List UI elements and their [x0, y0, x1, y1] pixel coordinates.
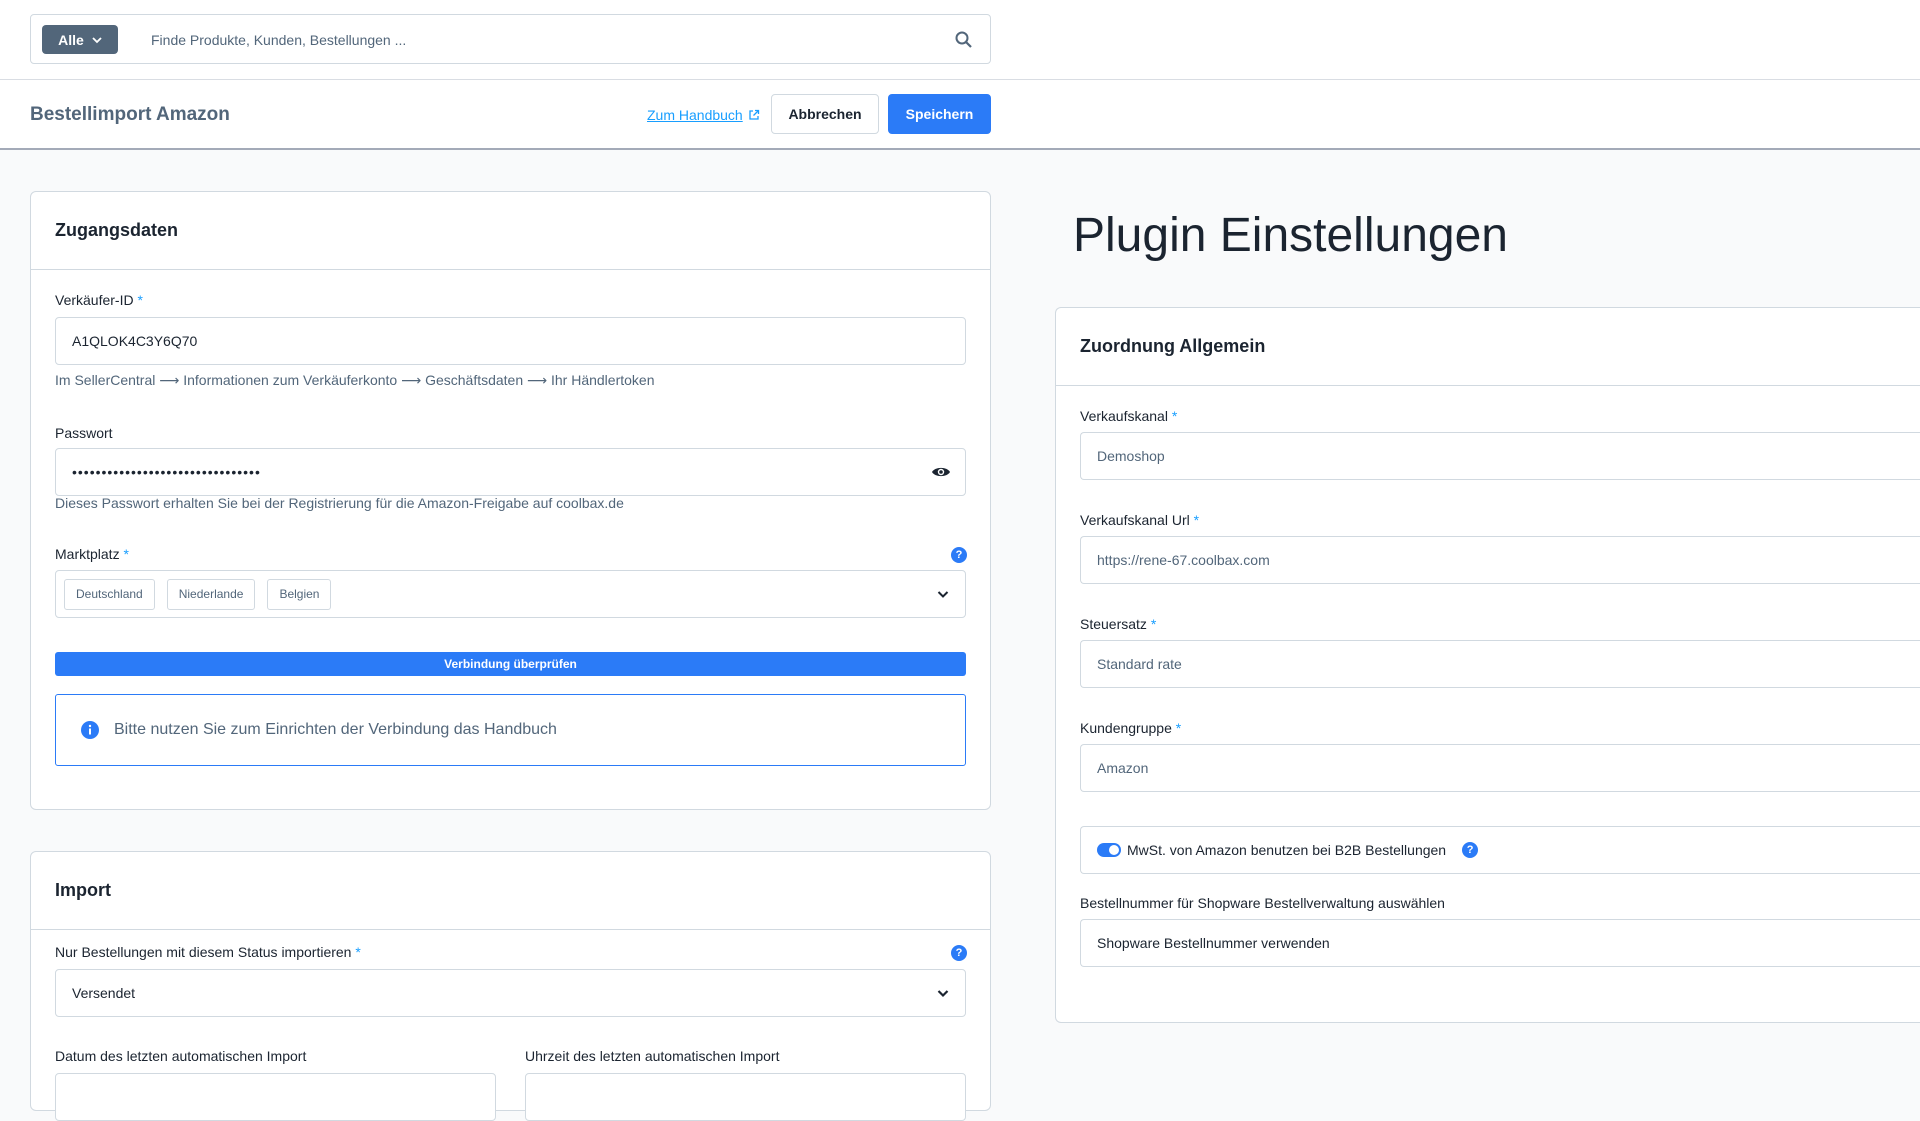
last-import-time-label: Uhrzeit des letzten automatischen Import: [525, 1048, 780, 1064]
manual-link-label: Zum Handbuch: [647, 107, 743, 123]
credentials-card-title: Zugangsdaten: [31, 192, 990, 270]
vat-toggle-row: MwSt. von Amazon benutzen bei B2B Bestel…: [1080, 826, 1920, 874]
search-scope-dropdown[interactable]: Alle: [42, 25, 118, 54]
import-status-select[interactable]: Versendet: [55, 969, 966, 1017]
credentials-card: Zugangsdaten Verkäufer-ID * A1QLOK4C3Y6Q…: [30, 191, 991, 810]
last-import-date-input[interactable]: [55, 1073, 496, 1121]
seller-id-input[interactable]: A1QLOK4C3Y6Q70: [55, 317, 966, 365]
password-input[interactable]: ••••••••••••••••••••••••••••••••: [55, 448, 966, 496]
general-mapping-card-title: Zuordnung Allgemein: [1056, 308, 1920, 386]
page-title: Bestellimport Amazon: [30, 104, 230, 125]
customer-group-label: Kundengruppe *: [1080, 720, 1182, 736]
vat-help-icon[interactable]: ?: [1462, 842, 1479, 858]
verify-connection-button[interactable]: Verbindung überprüfen: [55, 652, 966, 676]
channel-label: Verkaufskanal *: [1080, 408, 1178, 424]
password-label: Passwort: [55, 425, 113, 441]
info-alert-text: Bitte nutzen Sie zum Einrichten der Verb…: [114, 721, 557, 738]
top-bar: Alle: [0, 0, 1920, 80]
import-card: Import Nur Bestellungen mit diesem Statu…: [30, 851, 991, 1121]
search-scope-label: Alle: [58, 31, 84, 48]
marketplace-help-icon[interactable]: ?: [951, 547, 967, 563]
marketplace-chip-niederlande[interactable]: Niederlande: [166, 578, 256, 610]
global-search: Alle: [30, 14, 991, 64]
import-card-title: Import: [31, 852, 990, 930]
tax-label: Steuersatz *: [1080, 616, 1157, 632]
channel-url-input[interactable]: https://rene-67.coolbax.com: [1080, 536, 1920, 584]
last-import-time-input[interactable]: [525, 1073, 966, 1121]
tax-select[interactable]: Standard rate: [1080, 640, 1920, 688]
marketplace-multiselect[interactable]: Deutschland Niederlande Belgien: [55, 570, 966, 618]
manual-link[interactable]: Zum Handbuch: [647, 107, 760, 123]
channel-input[interactable]: Demoshop: [1080, 432, 1920, 480]
chevron-down-icon: [937, 990, 949, 998]
seller-id-hint: Im SellerCentral ⟶ Informationen zum Ver…: [55, 372, 655, 388]
marketplace-chip-deutschland[interactable]: Deutschland: [64, 578, 155, 610]
password-hint: Dieses Passwort erhalten Sie bei der Reg…: [55, 495, 624, 511]
import-status-label: Nur Bestellungen mit diesem Status impor…: [55, 944, 361, 960]
channel-url-label: Verkaufskanal Url *: [1080, 512, 1200, 528]
order-number-label: Bestellnummer für Shopware Bestellverwal…: [1080, 895, 1445, 911]
search-input[interactable]: [149, 25, 949, 55]
seller-id-label: Verkäufer-ID *: [55, 292, 143, 308]
marketplace-label: Marktplatz *: [55, 546, 129, 562]
plugin-settings-heading: Plugin Einstellungen: [1073, 209, 1508, 262]
info-icon: [81, 721, 99, 739]
customer-group-select[interactable]: Amazon: [1080, 744, 1920, 792]
cancel-button[interactable]: Abbrechen: [771, 94, 879, 134]
page-header: Bestellimport Amazon Zum Handbuch Abbrec…: [0, 80, 1920, 150]
last-import-date-label: Datum des letzten automatischen Import: [55, 1048, 307, 1064]
search-icon[interactable]: [954, 30, 974, 50]
marketplace-chip-belgien[interactable]: Belgien: [267, 578, 332, 610]
vat-toggle-switch[interactable]: [1097, 843, 1121, 857]
info-alert: Bitte nutzen Sie zum Einrichten der Verb…: [55, 694, 966, 766]
order-number-select[interactable]: Shopware Bestellnummer verwenden: [1080, 919, 1920, 967]
general-mapping-card: Zuordnung Allgemein Verkaufskanal * Demo…: [1055, 307, 1920, 1023]
chevron-down-icon: [92, 36, 102, 43]
chevron-down-icon[interactable]: [937, 590, 949, 599]
save-button[interactable]: Speichern: [888, 94, 991, 134]
eye-icon[interactable]: [931, 464, 951, 480]
external-link-icon: [749, 109, 759, 120]
import-status-help-icon[interactable]: ?: [951, 945, 967, 961]
vat-toggle-label: MwSt. von Amazon benutzen bei B2B Bestel…: [1127, 842, 1447, 858]
